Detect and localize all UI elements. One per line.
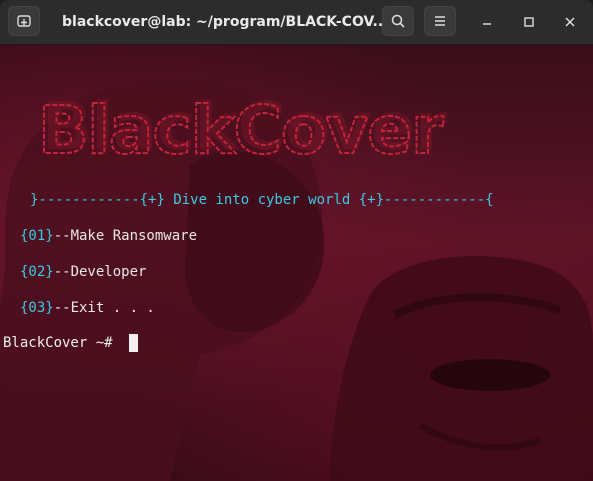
menu-item-number: {01} <box>20 228 54 244</box>
banner-line: }------------{+} Dive into cyber world {… <box>30 192 494 208</box>
maximize-icon <box>524 17 534 27</box>
menu-item-exit: {03}--Exit . . . <box>20 300 155 316</box>
banner-left: }------------{+} <box>30 192 165 208</box>
title-bar: blackcover@lab: ~/program/BLACK-COV... <box>0 0 593 45</box>
banner-right: {+}------------{ <box>358 192 494 208</box>
new-tab-button[interactable] <box>8 6 40 36</box>
new-tab-icon <box>17 15 31 27</box>
menu-item-label: --Exit . . . <box>53 300 155 316</box>
menu-item-label: --Developer <box>53 264 147 280</box>
search-icon <box>391 14 405 28</box>
blackcover-logo: BlackCover BlackCover <box>37 88 449 170</box>
close-icon <box>565 17 575 27</box>
minimize-button[interactable] <box>475 10 499 34</box>
command-prompt[interactable]: BlackCover ~# <box>3 335 121 351</box>
search-button[interactable] <box>382 6 414 36</box>
banner-text: Dive into cyber world <box>164 192 359 208</box>
maximize-button[interactable] <box>517 10 541 34</box>
text-cursor <box>129 334 138 352</box>
window-title: blackcover@lab: ~/program/BLACK-COV... <box>62 14 389 30</box>
menu-item-number: {02} <box>20 264 54 280</box>
terminal-window: blackcover@lab: ~/program/BLACK-COV... B… <box>0 0 593 481</box>
menu-item-make-ransomware: {01}--Make Ransomware <box>20 228 197 244</box>
menu-item-number: {03} <box>20 300 54 316</box>
menu-button[interactable] <box>424 6 456 36</box>
terminal-area[interactable]: BlackCover BlackCover }------------{+} D… <box>0 45 593 481</box>
minimize-icon <box>483 23 491 25</box>
menu-item-label: --Make Ransomware <box>53 228 198 244</box>
menu-item-developer: {02}--Developer <box>20 264 146 280</box>
logo-shadow: BlackCover <box>42 88 448 165</box>
close-button[interactable] <box>558 10 582 34</box>
hamburger-menu-icon <box>435 16 445 26</box>
